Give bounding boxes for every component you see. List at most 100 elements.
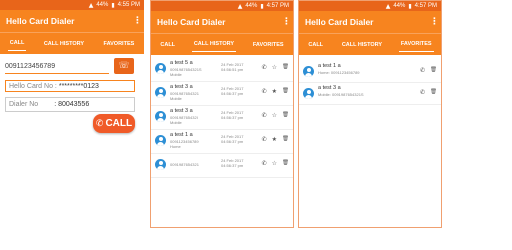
tab-favorites[interactable]: FAVORITES — [102, 37, 137, 51]
star-icon[interactable]: ★ — [272, 136, 277, 143]
row-actions: ✆ ★ 🗑 — [262, 88, 289, 95]
contact-name: a test 3 a — [170, 84, 193, 90]
favorite-row[interactable]: a test 1 a Home: 0091123456789 ✆ 🗑 — [299, 61, 441, 83]
call-date-time: 04:56:37 pm — [221, 115, 244, 120]
number-type: Mobile — [170, 72, 182, 77]
battery-text: 44% — [96, 2, 109, 8]
tab-call[interactable]: CALL — [158, 38, 177, 52]
call-history-row[interactable]: a test 3 a 009198765432I Mobile 24 Feb 2017… — [151, 106, 293, 130]
row-actions: ✆ 🗑 — [420, 89, 437, 96]
tab-favorites[interactable]: FAVORITES — [398, 37, 434, 52]
hello-card-label: Hello Card No : — [9, 82, 57, 90]
status-bar: ▲ 44% ▮ 4:55 PM — [0, 0, 144, 10]
contact-avatar-icon — [155, 135, 166, 146]
phone-screen-favorites: ▲ 44% ▮ 4:57 PM Hello Card Dialer ⋮ CALL… — [298, 0, 442, 228]
contact-avatar-icon — [155, 111, 166, 122]
app-title: Hello Card Dialer — [6, 16, 75, 26]
call-button[interactable]: ✆ CALL — [93, 114, 135, 133]
star-icon[interactable]: ☆ — [272, 64, 277, 71]
trash-icon[interactable]: 🗑 — [282, 136, 289, 143]
trash-icon[interactable]: 🗑 — [430, 67, 437, 74]
call-date: 24 Feb 2017 04:56:37 pm — [221, 110, 243, 120]
contact-avatar-icon — [155, 87, 166, 98]
call-date-time: 04:56:37 pm — [221, 139, 244, 144]
contact-avatar-icon — [303, 88, 314, 99]
number-type: Home — [170, 144, 181, 149]
battery-icon: ▮ — [260, 2, 264, 10]
app-title: Hello Card Dialer — [157, 17, 226, 27]
phone-icon[interactable]: ✆ — [420, 67, 425, 74]
trash-icon[interactable]: 🗑 — [282, 112, 289, 119]
contact-detail: Home: 0091123456789 — [318, 70, 360, 75]
overflow-menu-icon[interactable]: ⋮ — [430, 17, 439, 27]
signal-icon: ▲ — [385, 2, 391, 10]
overflow-menu-icon[interactable]: ⋮ — [133, 16, 142, 26]
app-bar: Hello Card Dialer ⋮ — [151, 11, 293, 33]
contact-avatar-icon — [303, 66, 314, 77]
phone-icon[interactable]: ✆ — [262, 64, 267, 71]
trash-icon[interactable]: 🗑 — [430, 89, 437, 96]
status-time: 4:57 PM — [266, 3, 289, 9]
tab-favorites[interactable]: FAVORITES — [251, 38, 286, 52]
contact-avatar-icon — [155, 159, 166, 170]
call-date: 24 Feb 2017 04:56:37 pm — [221, 134, 243, 144]
phone-icon[interactable]: ✆ — [262, 112, 267, 119]
tab-call-history[interactable]: CALL HISTORY — [191, 37, 237, 52]
app-bar: Hello Card Dialer ⋮ — [0, 10, 144, 32]
call-date: 24 Feb 2017 04:56:37 pm — [221, 158, 243, 168]
favorite-row[interactable]: a test 3 a Mobile: 0091987654321S ✆ 🗑 — [299, 83, 441, 105]
row-actions: ✆ ☆ 🗑 — [262, 112, 289, 119]
star-icon[interactable]: ☆ — [272, 112, 277, 119]
tab-bar: CALL CALL HISTORY FAVORITES — [0, 32, 144, 54]
phone-icon[interactable]: ✆ — [262, 160, 267, 167]
call-history-row[interactable]: a test 3 a 0091987654321 Mobile 24 Feb 2017… — [151, 82, 293, 106]
contact-detail: Mobile: 0091987654321S — [318, 92, 364, 97]
tab-call-history[interactable]: CALL HISTORY — [42, 37, 86, 51]
call-date-time: 04:56:51 pm — [221, 67, 244, 72]
phone-screen-call-history: ▲ 44% ▮ 4:57 PM Hello Card Dialer ⋮ CALL… — [150, 0, 294, 228]
number-type: Mobile — [170, 120, 182, 125]
signal-icon: ▲ — [88, 1, 94, 9]
number-input[interactable]: 0091123456789 — [5, 60, 109, 74]
contact-name: a test 1 a — [170, 132, 193, 138]
phone-icon[interactable]: ✆ — [262, 136, 267, 143]
tab-bar: CALL CALL HISTORY FAVORITES — [299, 33, 441, 55]
number-input-value: 0091123456789 — [5, 63, 56, 70]
call-button-label: CALL — [105, 118, 133, 129]
phone-screen-dialer: ▲ 44% ▮ 4:55 PM Hello Card Dialer ⋮ CALL… — [0, 0, 144, 250]
trash-icon[interactable]: 🗑 — [282, 64, 289, 71]
trash-icon[interactable]: 🗑 — [282, 160, 289, 167]
contact-name: a test 3 a — [170, 108, 193, 114]
status-time: 4:57 PM — [414, 3, 437, 9]
battery-icon: ▮ — [408, 2, 412, 10]
number-type: Mobile — [170, 96, 182, 101]
call-history-row[interactable]: 0091987654321 24 Feb 2017 04:56:37 pm ✆ ☆ 🗑 — [151, 154, 293, 178]
call-date: 24 Feb 2017 04:56:37 pm — [221, 86, 243, 96]
contact-name: a test 1 a — [318, 63, 341, 69]
favorites-list: a test 1 a Home: 0091123456789 ✆ 🗑 a test 3 … — [299, 61, 441, 105]
call-date-time: 04:56:37 pm — [221, 163, 244, 168]
signal-icon: ▲ — [237, 2, 243, 10]
contact-name: a test 3 a — [318, 85, 341, 91]
call-history-row[interactable]: a test 1 a 0091123456789 Home 24 Feb 2017 04… — [151, 130, 293, 154]
contacts-button[interactable]: ☏ — [114, 58, 134, 74]
battery-icon: ▮ — [111, 1, 115, 9]
status-bar: ▲ 44% ▮ 4:57 PM — [151, 1, 293, 11]
row-actions: ✆ ★ 🗑 — [262, 136, 289, 143]
star-icon[interactable]: ★ — [272, 88, 277, 95]
trash-icon[interactable]: 🗑 — [282, 88, 289, 95]
overflow-menu-icon[interactable]: ⋮ — [282, 17, 291, 27]
tab-call[interactable]: CALL — [306, 38, 325, 52]
dialer-no-value: : 80043556 — [54, 101, 90, 108]
status-bar: ▲ 44% ▮ 4:57 PM — [299, 1, 441, 11]
tab-call[interactable]: CALL — [7, 36, 27, 51]
dialer-no-label: Dialer No — [9, 101, 39, 108]
row-actions: ✆ ☆ 🗑 — [262, 64, 289, 71]
tab-call-history[interactable]: CALL HISTORY — [340, 38, 384, 52]
star-icon[interactable]: ☆ — [272, 160, 277, 167]
phone-icon[interactable]: ✆ — [262, 88, 267, 95]
hello-card-field[interactable]: Hello Card No : *********0123 — [5, 80, 135, 92]
contact-avatar-icon — [155, 63, 166, 74]
call-history-row[interactable]: a test 5 a 0091987654321S Mobile 24 Feb 201… — [151, 58, 293, 82]
phone-icon[interactable]: ✆ — [420, 89, 425, 96]
